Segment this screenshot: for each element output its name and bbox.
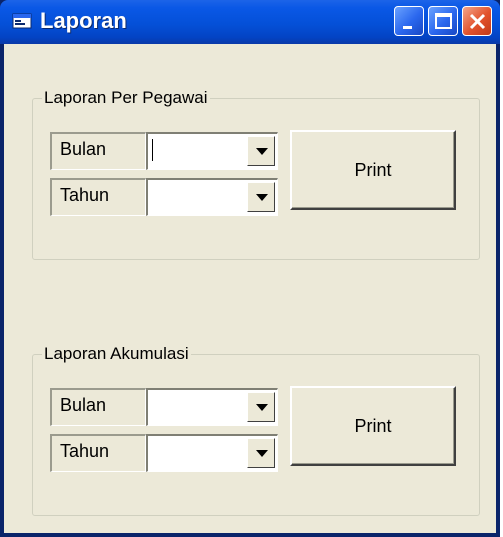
bulan-label: Bulan [60,395,107,415]
print-button-per-pegawai[interactable]: Print [290,130,456,210]
dropdown-arrow-icon [256,450,268,457]
minimize-icon [403,26,412,29]
tahun-label-box-akumulasi: Tahun [50,434,146,472]
bulan-label: Bulan [60,139,107,159]
window-title: Laporan [40,8,127,33]
bulan-label-box: Bulan [50,132,146,170]
minimize-button[interactable] [394,6,424,36]
tahun-dropdown-button[interactable] [247,182,275,212]
tahun-dropdown-button[interactable] [247,438,275,468]
text-caret [152,139,153,161]
laporan-window: Laporan Laporan Per Pegawai Bulan Tahun … [0,0,500,537]
bulan-dropdown-button[interactable] [247,136,275,166]
tahun-combobox-akumulasi[interactable] [146,434,278,472]
window-client-area: Laporan Per Pegawai Bulan Tahun Print La… [4,44,496,533]
dropdown-arrow-icon [256,404,268,411]
group-legend-per-pegawai: Laporan Per Pegawai [42,88,210,108]
dropdown-arrow-icon [256,148,268,155]
print-button-akumulasi[interactable]: Print [290,386,456,466]
tahun-label-box: Tahun [50,178,146,216]
bulan-combobox-akumulasi[interactable] [146,388,278,426]
tahun-label: Tahun [60,441,110,461]
tahun-label: Tahun [60,185,110,205]
window-app-icon [12,12,32,30]
bulan-label-box-akumulasi: Bulan [50,388,146,426]
bulan-combobox-per-pegawai[interactable] [146,132,278,170]
title-bar[interactable]: Laporan [0,0,500,44]
bulan-dropdown-button[interactable] [247,392,275,422]
maximize-icon [435,13,452,29]
dropdown-arrow-icon [256,194,268,201]
close-button[interactable] [462,6,492,36]
maximize-button[interactable] [428,6,458,36]
group-legend-akumulasi: Laporan Akumulasi [42,344,191,364]
tahun-combobox-per-pegawai[interactable] [146,178,278,216]
close-icon [469,13,486,30]
